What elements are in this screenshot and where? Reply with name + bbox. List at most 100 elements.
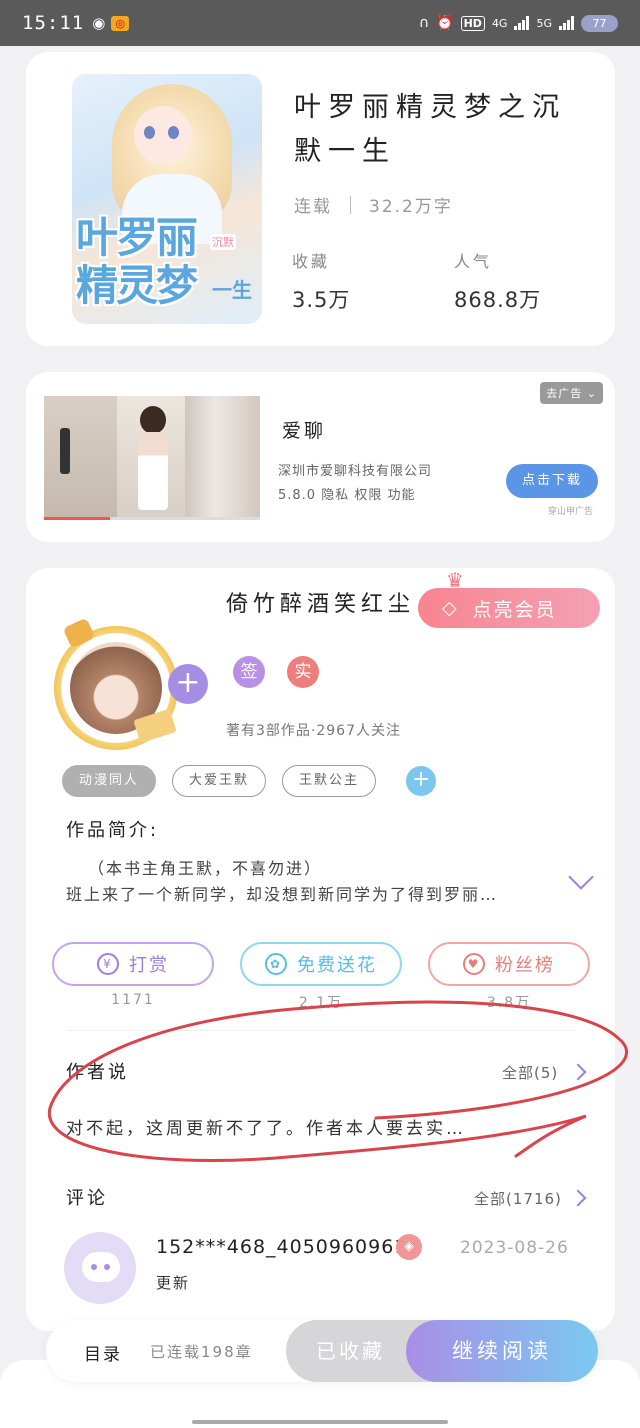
comment-date: 2023-08-26 (460, 1238, 569, 1258)
add-tag-icon[interactable]: + (406, 766, 437, 796)
ad-card[interactable]: 去广告 ⌄ 爱聊 深圳市爱聊科技有限公司 5.8.0 隐私 权限 功能 点击下载… (26, 372, 615, 542)
battery-indicator: 77 (581, 14, 618, 32)
chat-bubble-icon (82, 1252, 120, 1282)
chevron-right-icon[interactable] (569, 1063, 587, 1081)
door-lock-shape (60, 428, 70, 474)
cover-art-face (134, 106, 192, 164)
collect-label: 收藏 (292, 252, 331, 271)
ad-image[interactable] (44, 396, 260, 520)
book-word-count: 32.2万字 (369, 197, 453, 217)
popularity-stat: 人气 868.8万 (454, 248, 616, 314)
expand-chevron-icon[interactable] (568, 864, 594, 890)
book-status: 连载 (294, 197, 332, 217)
ad-source: 穿山甲广告 (548, 507, 594, 517)
chevron-right-icon[interactable] (569, 1189, 587, 1207)
alarm-icon: ⏰ (436, 15, 454, 31)
home-indicator[interactable] (192, 1420, 448, 1424)
fans-label: 粉丝榜 (495, 955, 555, 976)
bottom-action-bar: 目录 已连载198章 已收藏 继续阅读 (46, 1320, 598, 1382)
intro-line: （本书主角王默，不喜勿进） (88, 859, 323, 878)
status-bar: 15:11 ◉ ◎ ∩ ⏰ HD 4G 5G 77 (0, 0, 640, 46)
flower-count: 2.1万 (298, 995, 344, 1011)
vip-label: 点亮会员 (472, 598, 557, 621)
book-stats: 收藏 3.5万 人气 868.8万 (292, 248, 616, 314)
flower-icon: ✿ (265, 953, 287, 975)
reward-count: 1171 (111, 992, 155, 1008)
book-info-card: 叶罗丽精灵梦 沉默 一生 叶罗丽精灵梦之沉默一生 连载 32.2万字 收藏 3.… (26, 52, 615, 346)
hd-icon: HD (460, 15, 485, 31)
ad-person-head (140, 406, 166, 434)
vip-button[interactable]: ◇ 点亮会员 (418, 588, 600, 628)
continue-reading-button[interactable]: 继续阅读 (406, 1320, 598, 1382)
remove-ad-button[interactable]: 去广告 ⌄ (540, 382, 603, 404)
commenter-name[interactable]: 152***468_4050960961 (156, 1236, 407, 1258)
intro-line: 班上来了一个新同学，却没想到新同学为了得到罗丽… (66, 885, 499, 904)
cover-title: 叶罗丽精灵梦 (76, 213, 198, 310)
tag-item[interactable]: 王默公主 (282, 765, 377, 797)
author-meta: 著有3部作品·2967人关注 (226, 723, 401, 739)
author-says-heading: 作者说 (66, 1062, 129, 1083)
collect-value: 3.5万 (292, 288, 351, 312)
user-heart-icon: ♥ (463, 953, 485, 975)
tag-item[interactable]: 动漫同人 (62, 765, 157, 797)
send-flower-button[interactable]: ✿ 免费送花 (240, 942, 402, 986)
meta-divider (350, 195, 351, 214)
signed-badge: 签 (233, 656, 265, 688)
ad-image-panel (185, 396, 260, 520)
comment-text[interactable]: 更新 (156, 1272, 190, 1293)
intro-text[interactable]: （本书主角王默，不喜勿进） 班上来了一个新同学，却没想到新同学为了得到罗丽… (66, 856, 566, 908)
headphones-icon: ∩ (418, 15, 430, 31)
diamond-icon: ◇ (442, 597, 459, 619)
book-title: 叶罗丽精灵梦之沉默一生 (294, 92, 566, 167)
fans-count: 3.8万 (486, 995, 532, 1011)
toc-button[interactable]: 目录 (84, 1340, 122, 1365)
chevron-down-icon: ⌄ (586, 387, 597, 400)
cover-subtitle: 一生 (212, 278, 252, 302)
app-notification-icon: ◉ (92, 14, 106, 32)
ad-video-progress (44, 517, 260, 520)
ad-app-name: 爱聊 (282, 420, 327, 442)
collect-stat: 收藏 3.5万 (292, 248, 454, 314)
popularity-value: 868.8万 (454, 288, 542, 312)
ad-image-panel (44, 396, 117, 520)
fans-ranking-button[interactable]: ♥ 粉丝榜 (428, 942, 590, 986)
network-5g-label: 5G (536, 16, 552, 30)
comments-heading: 评论 (66, 1188, 108, 1209)
comments-all-link[interactable]: 全部(1716) (474, 1188, 562, 1209)
red-annotation-circle (47, 1000, 629, 1163)
action-buttons: ¥ 打赏 ✿ 免费送花 ♥ 粉丝榜 (52, 942, 590, 986)
ad-company: 深圳市爱聊科技有限公司 (278, 464, 433, 479)
verified-badge: 实 (287, 656, 319, 688)
author-avatar[interactable]: + (50, 616, 208, 752)
cover-tag: 沉默 (210, 234, 236, 250)
reward-button[interactable]: ¥ 打赏 (52, 942, 214, 986)
book-meta: 连载 32.2万字 (294, 192, 453, 217)
chapter-count: 已连载198章 (150, 1343, 253, 1361)
signal-icon-2 (559, 16, 574, 30)
follow-plus-icon[interactable]: + (168, 664, 208, 704)
cover-art-eye (144, 126, 155, 139)
yen-icon: ¥ (97, 953, 119, 975)
flower-label: 免费送花 (297, 955, 377, 976)
author-says-all-link[interactable]: 全部(5) (502, 1062, 558, 1083)
author-card: + 倚竹醉酒笑红尘 ♛ ◇ 点亮会员 签 实 著有3部作品·2967人关注 动漫… (26, 568, 629, 1331)
section-divider (66, 1030, 576, 1031)
ad-person-body (138, 432, 168, 510)
weibo-notification-icon: ◎ (111, 15, 130, 31)
tag-list: 动漫同人 大爱王默 王默公主 + (62, 765, 437, 797)
network-4g-label: 4G (491, 16, 508, 30)
book-cover[interactable]: 叶罗丽精灵梦 沉默 一生 (72, 74, 262, 324)
ad-download-button[interactable]: 点击下载 (506, 464, 598, 498)
reward-label: 打赏 (129, 955, 169, 976)
author-name[interactable]: 倚竹醉酒笑红尘 (226, 586, 415, 618)
ad-version-info[interactable]: 5.8.0 隐私 权限 功能 (278, 484, 415, 503)
vip-diamond-icon: ◈ (396, 1234, 422, 1260)
tag-item[interactable]: 大爱王默 (172, 765, 267, 797)
status-time: 15:11 (22, 12, 85, 34)
cover-art-eye (168, 126, 179, 139)
popularity-label: 人气 (454, 252, 493, 271)
author-says-text[interactable]: 对不起，这周更新不了了。作者本人要去实… (66, 1114, 466, 1139)
commenter-avatar[interactable] (64, 1232, 136, 1304)
status-icons: ∩ ⏰ HD 4G 5G 77 (418, 14, 618, 32)
remove-ad-label: 去广告 (546, 387, 583, 400)
